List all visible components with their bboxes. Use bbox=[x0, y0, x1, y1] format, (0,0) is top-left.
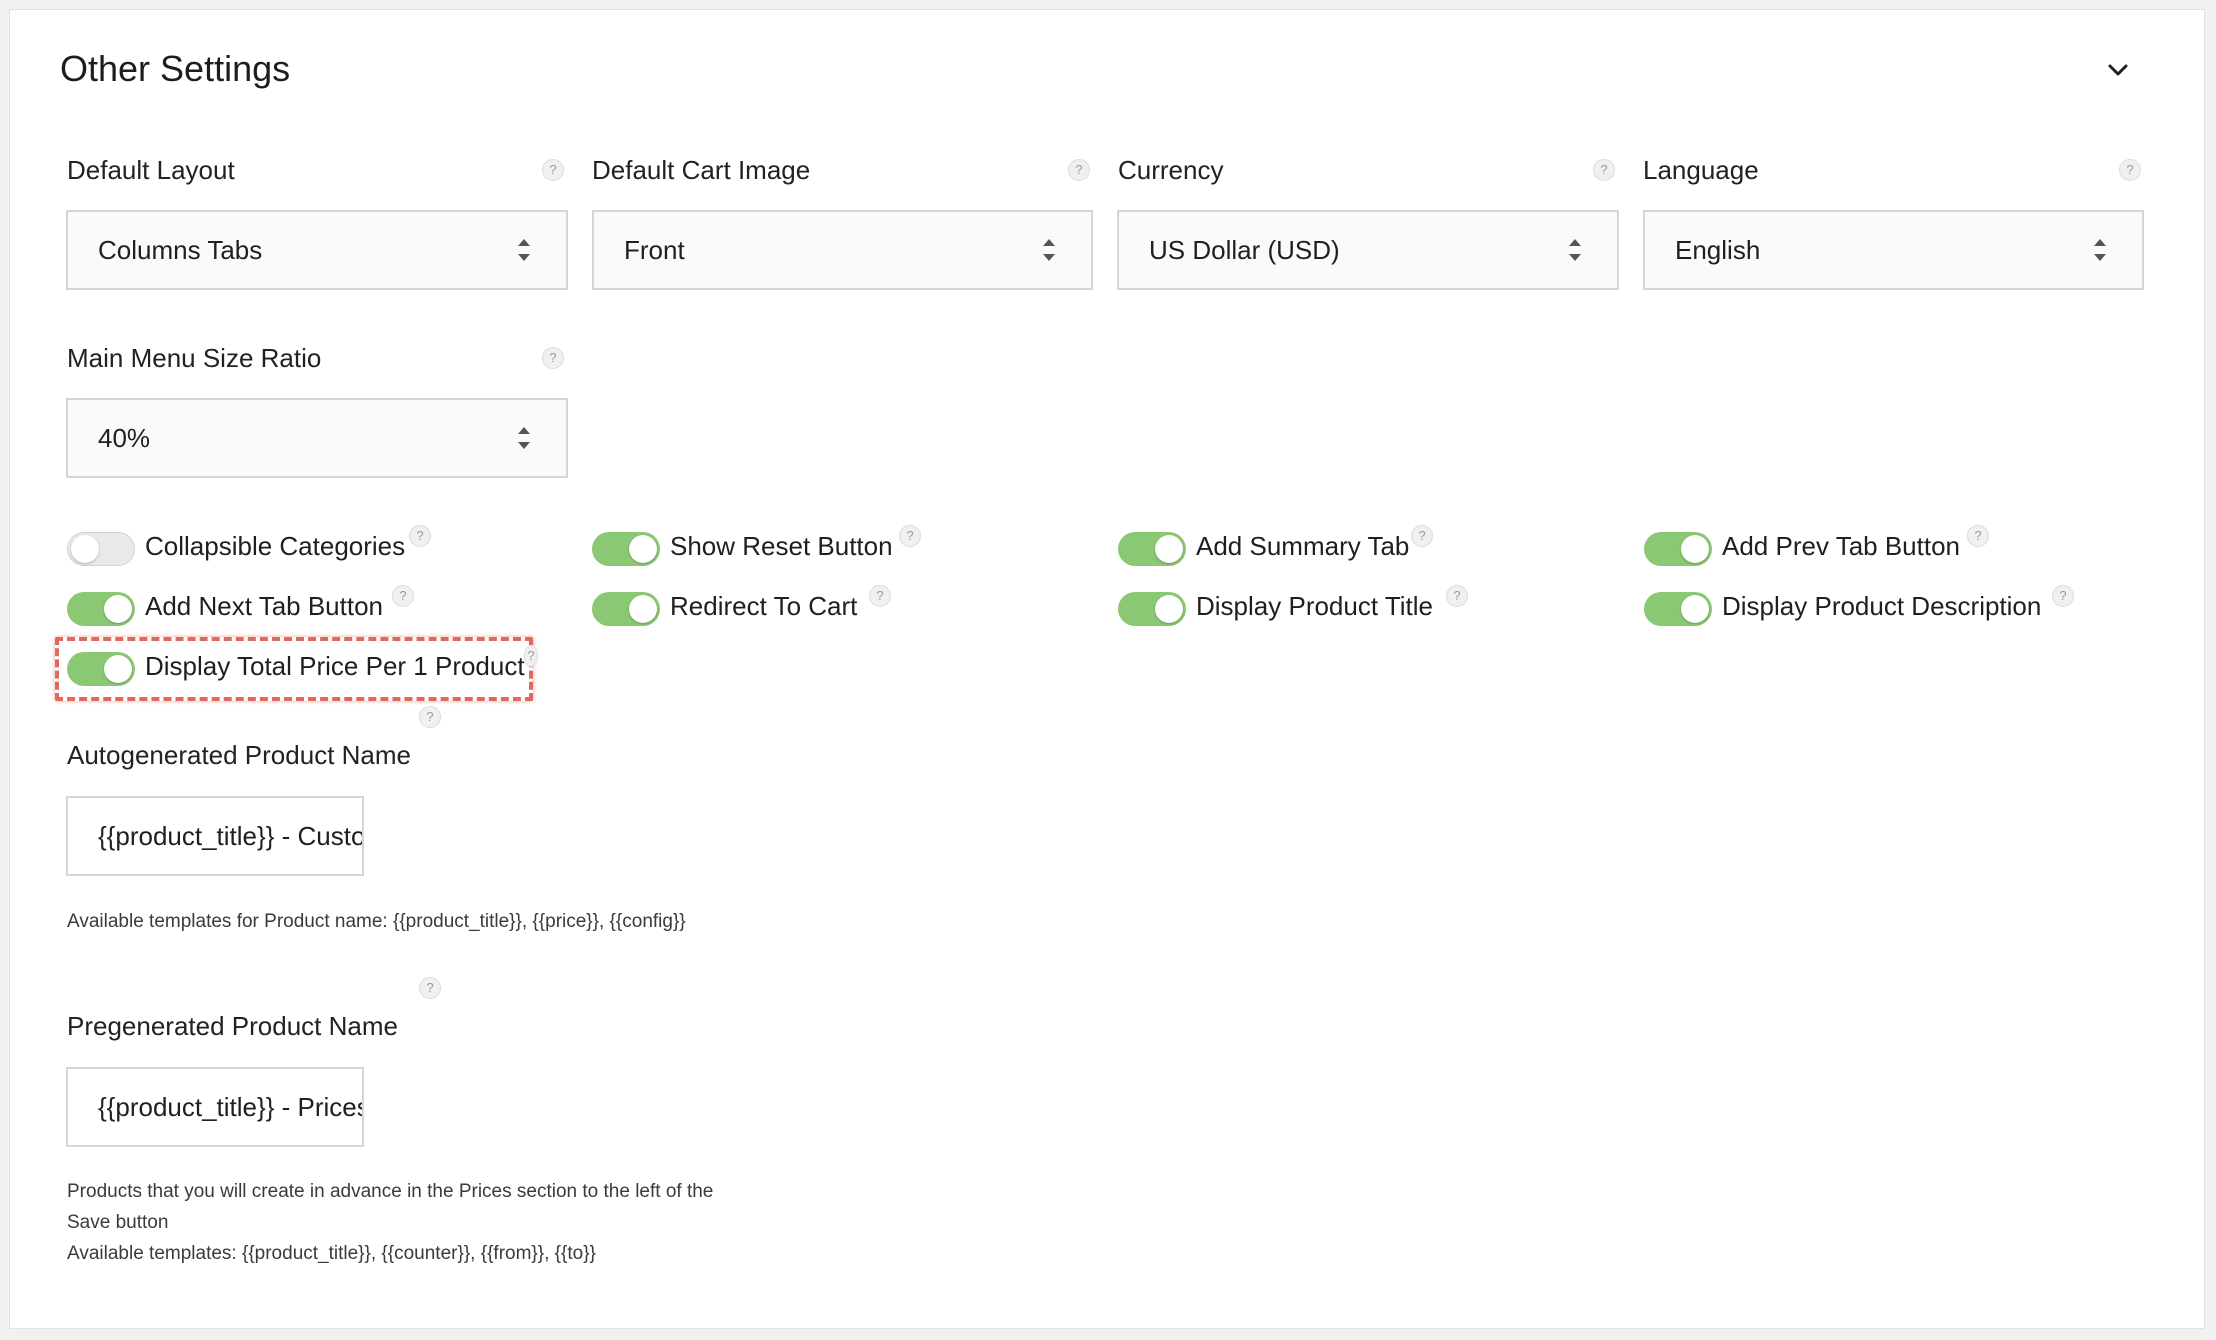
pregenerated-name-input[interactable]: {{product_title}} - Prices f bbox=[66, 1067, 364, 1147]
default-layout-value: Columns Tabs bbox=[98, 235, 263, 265]
select-arrows-icon bbox=[1567, 236, 1583, 264]
autogenerated-name-input[interactable]: {{product_title}} - Custon bbox=[66, 796, 364, 876]
select-arrows-icon bbox=[516, 424, 532, 452]
add-next-tab-button-label: Add Next Tab Button bbox=[145, 591, 384, 621]
display-product-description-help-icon[interactable]: ? bbox=[2052, 585, 2074, 607]
main-menu-size-ratio-help-icon[interactable]: ? bbox=[542, 347, 564, 369]
pregenerated-name-hint-line3: Available templates: {{product_title}}, … bbox=[67, 1243, 596, 1264]
collapsible-categories-label: Collapsible Categories bbox=[145, 531, 406, 561]
add-summary-tab-label: Add Summary Tab bbox=[1196, 531, 1410, 561]
add-prev-tab-button-label: Add Prev Tab Button bbox=[1722, 531, 1961, 561]
default-layout-label: Default Layout bbox=[67, 155, 235, 185]
currency-value: US Dollar (USD) bbox=[1149, 235, 1340, 265]
pregenerated-name-hint-line1: Products that you will create in advance… bbox=[67, 1181, 714, 1202]
switch-knob bbox=[1681, 535, 1709, 563]
add-next-tab-button-help-icon[interactable]: ? bbox=[392, 585, 414, 607]
collapse-section-button[interactable] bbox=[2100, 52, 2136, 88]
display-product-title-switch[interactable] bbox=[1118, 592, 1186, 626]
chevron-down-icon bbox=[2108, 64, 2128, 76]
switch-knob bbox=[629, 535, 657, 563]
redirect-to-cart-switch[interactable] bbox=[592, 592, 660, 626]
autogenerated-name-help-icon[interactable]: ? bbox=[419, 706, 441, 728]
select-arrows-icon bbox=[2092, 236, 2108, 264]
pregenerated-name-hint-line2: Save button bbox=[67, 1212, 169, 1233]
show-reset-button-label: Show Reset Button bbox=[670, 531, 893, 561]
language-label: Language bbox=[1643, 155, 1759, 185]
pregenerated-name-label: Pregenerated Product Name bbox=[67, 1011, 398, 1041]
default-cart-image-help-icon[interactable]: ? bbox=[1068, 159, 1090, 181]
default-cart-image-label: Default Cart Image bbox=[592, 155, 811, 185]
section-title: Other Settings bbox=[60, 48, 291, 89]
default-layout-select[interactable]: Columns Tabs bbox=[66, 210, 568, 290]
add-summary-tab-help-icon[interactable]: ? bbox=[1411, 525, 1433, 547]
currency-select[interactable]: US Dollar (USD) bbox=[1117, 210, 1619, 290]
select-arrows-icon bbox=[1041, 236, 1057, 264]
add-summary-tab-switch[interactable] bbox=[1118, 532, 1186, 566]
display-product-title-label: Display Product Title bbox=[1196, 591, 1433, 621]
language-value: English bbox=[1675, 235, 1761, 265]
switch-knob bbox=[1155, 595, 1183, 623]
autogenerated-name-label: Autogenerated Product Name bbox=[67, 740, 411, 770]
switch-knob bbox=[1155, 535, 1183, 563]
switch-knob bbox=[629, 595, 657, 623]
pregenerated-name-help-icon[interactable]: ? bbox=[419, 977, 441, 999]
language-help-icon[interactable]: ? bbox=[2119, 159, 2141, 181]
add-prev-tab-button-switch[interactable] bbox=[1644, 532, 1712, 566]
main-menu-size-ratio-label: Main Menu Size Ratio bbox=[67, 343, 322, 373]
show-reset-button-help-icon[interactable]: ? bbox=[899, 525, 921, 547]
highlight-box bbox=[55, 637, 533, 701]
display-total-price-help-icon[interactable]: ? bbox=[524, 645, 538, 667]
default-cart-image-value: Front bbox=[624, 235, 685, 265]
switch-knob bbox=[104, 595, 132, 623]
show-reset-button-switch[interactable] bbox=[592, 532, 660, 566]
main-menu-size-ratio-value: 40% bbox=[98, 423, 151, 453]
redirect-to-cart-help-icon[interactable]: ? bbox=[869, 585, 891, 607]
add-next-tab-button-switch[interactable] bbox=[67, 592, 135, 626]
collapsible-categories-help-icon[interactable]: ? bbox=[409, 525, 431, 547]
default-layout-help-icon[interactable]: ? bbox=[542, 159, 564, 181]
redirect-to-cart-label: Redirect To Cart bbox=[670, 591, 858, 621]
default-cart-image-select[interactable]: Front bbox=[592, 210, 1093, 290]
switch-knob bbox=[1681, 595, 1709, 623]
autogenerated-name-hint: Available templates for Product name: {{… bbox=[67, 911, 686, 932]
display-product-description-label: Display Product Description bbox=[1722, 591, 2042, 621]
language-select[interactable]: English bbox=[1643, 210, 2144, 290]
select-arrows-icon bbox=[516, 236, 532, 264]
display-product-description-switch[interactable] bbox=[1644, 592, 1712, 626]
collapsible-categories-switch[interactable] bbox=[67, 532, 135, 566]
currency-help-icon[interactable]: ? bbox=[1593, 159, 1615, 181]
main-menu-size-ratio-select[interactable]: 40% bbox=[66, 398, 568, 478]
add-prev-tab-button-help-icon[interactable]: ? bbox=[1967, 525, 1989, 547]
currency-label: Currency bbox=[1118, 155, 1224, 185]
switch-knob bbox=[71, 535, 99, 563]
display-product-title-help-icon[interactable]: ? bbox=[1446, 585, 1468, 607]
